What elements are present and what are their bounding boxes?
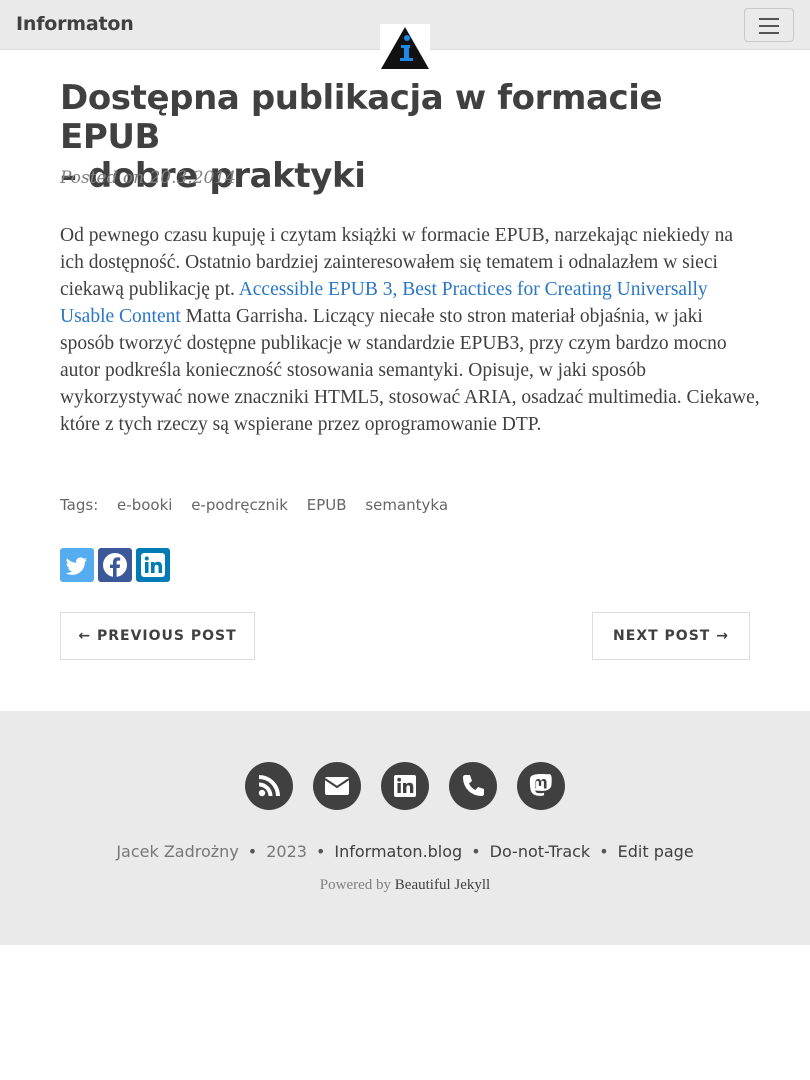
rss-icon[interactable] <box>245 762 293 810</box>
site-brand[interactable]: Informaton <box>16 13 134 35</box>
phone-icon[interactable] <box>449 762 497 810</box>
mastodon-icon[interactable] <box>517 762 565 810</box>
powered-by: Powered by Beautiful Jekyll <box>0 877 810 894</box>
linkedin-icon[interactable] <box>381 762 429 810</box>
twitter-icon[interactable] <box>60 548 94 582</box>
footer-site-link[interactable]: Informaton.blog <box>334 842 462 861</box>
post-date: Posted on 20.3.2014 <box>60 168 236 188</box>
tags-label: Tags: <box>60 496 99 514</box>
tags-list: Tags: e-booki e-podręcznik EPUB semantyk… <box>60 496 462 514</box>
footer-author: Jacek Zadrożny <box>116 842 239 861</box>
hamburger-menu-icon <box>759 18 779 20</box>
footer-credits: Jacek Zadrożny • 2023 • Informaton.blog • Do-n… <box>116 842 694 861</box>
post-title-line1: Dostępna publikacja w formacie EPUB <box>60 78 663 157</box>
facebook-icon[interactable] <box>98 548 132 582</box>
powered-by-prefix: Powered by <box>319 877 392 893</box>
previous-post-button[interactable]: ← PREVIOUS POST <box>60 612 255 660</box>
tag-link[interactable]: e-podręcznik <box>191 496 288 514</box>
menu-toggle-button[interactable] <box>744 8 794 42</box>
next-post-button[interactable]: NEXT POST → <box>592 612 750 660</box>
footer: Jacek Zadrożny • 2023 • Informaton.blog • Do-n… <box>0 711 810 945</box>
footer-year: 2023 <box>266 842 307 861</box>
footer-dnt-link[interactable]: Do-not-Track <box>490 842 591 861</box>
beautiful-jekyll-link[interactable]: Beautiful Jekyll <box>395 877 490 893</box>
info-logo-icon[interactable] <box>380 24 430 70</box>
tag-link[interactable]: e-booki <box>117 496 172 514</box>
envelope-icon[interactable] <box>313 762 361 810</box>
post-body: Od pewnego czasu kupuję i czytam książki… <box>60 222 760 438</box>
tag-link[interactable]: EPUB <box>307 496 347 514</box>
tag-link[interactable]: semantyka <box>365 496 448 514</box>
footer-edit-link[interactable]: Edit page <box>618 842 694 861</box>
linkedin-icon[interactable] <box>136 548 170 582</box>
